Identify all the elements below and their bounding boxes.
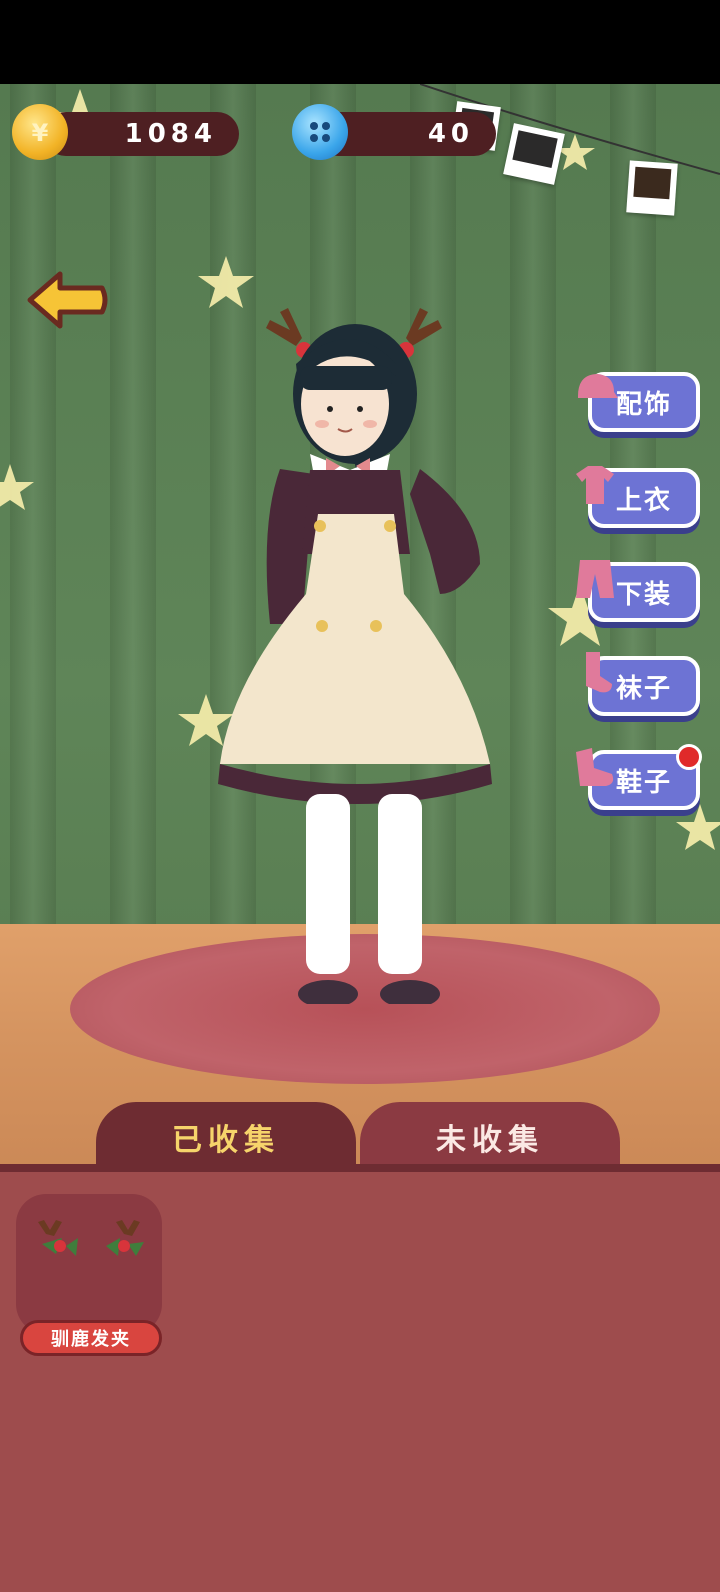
gold-coin-icon: ¥ xyxy=(12,104,68,160)
collection-item-label[interactable]: 驯鹿发夹 xyxy=(20,1320,162,1356)
category-label: 下装 xyxy=(615,579,672,610)
polaroid-photo xyxy=(626,160,678,216)
category-label: 鞋子 xyxy=(615,767,672,798)
svg-text:¥: ¥ xyxy=(32,119,49,147)
tab-label: 未收集 xyxy=(436,1123,544,1158)
category-label: 配饰 xyxy=(615,389,672,420)
collection-item-card[interactable] xyxy=(16,1194,162,1334)
notification-dot xyxy=(676,744,702,770)
game-stage xyxy=(0,84,720,1584)
shirt-icon xyxy=(576,466,614,504)
shoe-icon xyxy=(576,748,614,786)
category-shoes-button[interactable]: 鞋子 xyxy=(576,744,702,810)
sock-icon xyxy=(586,652,612,693)
blue-button-icon xyxy=(292,104,348,160)
coin-amount: 1084 xyxy=(124,119,217,149)
tab-uncollected[interactable]: 未收集 xyxy=(360,1102,620,1172)
item-name: 驯鹿发夹 xyxy=(51,1329,131,1350)
category-socks-button[interactable]: 袜子 xyxy=(586,652,700,716)
hat-icon xyxy=(578,374,618,398)
category-label: 袜子 xyxy=(615,673,672,704)
category-accessories-button[interactable]: 配饰 xyxy=(578,372,700,432)
tab-label: 已收集 xyxy=(172,1123,280,1158)
category-label: 上衣 xyxy=(615,485,672,516)
character-avatar[interactable] xyxy=(210,294,510,1004)
reindeer-hairclip-icon xyxy=(38,1220,144,1256)
polaroid-photo xyxy=(503,123,565,185)
category-bottoms-button[interactable]: 下装 xyxy=(576,560,700,622)
category-tops-button[interactable]: 上衣 xyxy=(576,466,700,528)
coin-counter: 1084 xyxy=(44,112,239,156)
star-icon xyxy=(676,804,720,850)
pants-icon xyxy=(576,560,614,598)
star-icon xyxy=(0,464,34,510)
back-arrow-icon[interactable] xyxy=(26,268,108,332)
tab-collected[interactable]: 已收集 xyxy=(96,1102,356,1172)
button-amount: 40 xyxy=(427,119,474,149)
